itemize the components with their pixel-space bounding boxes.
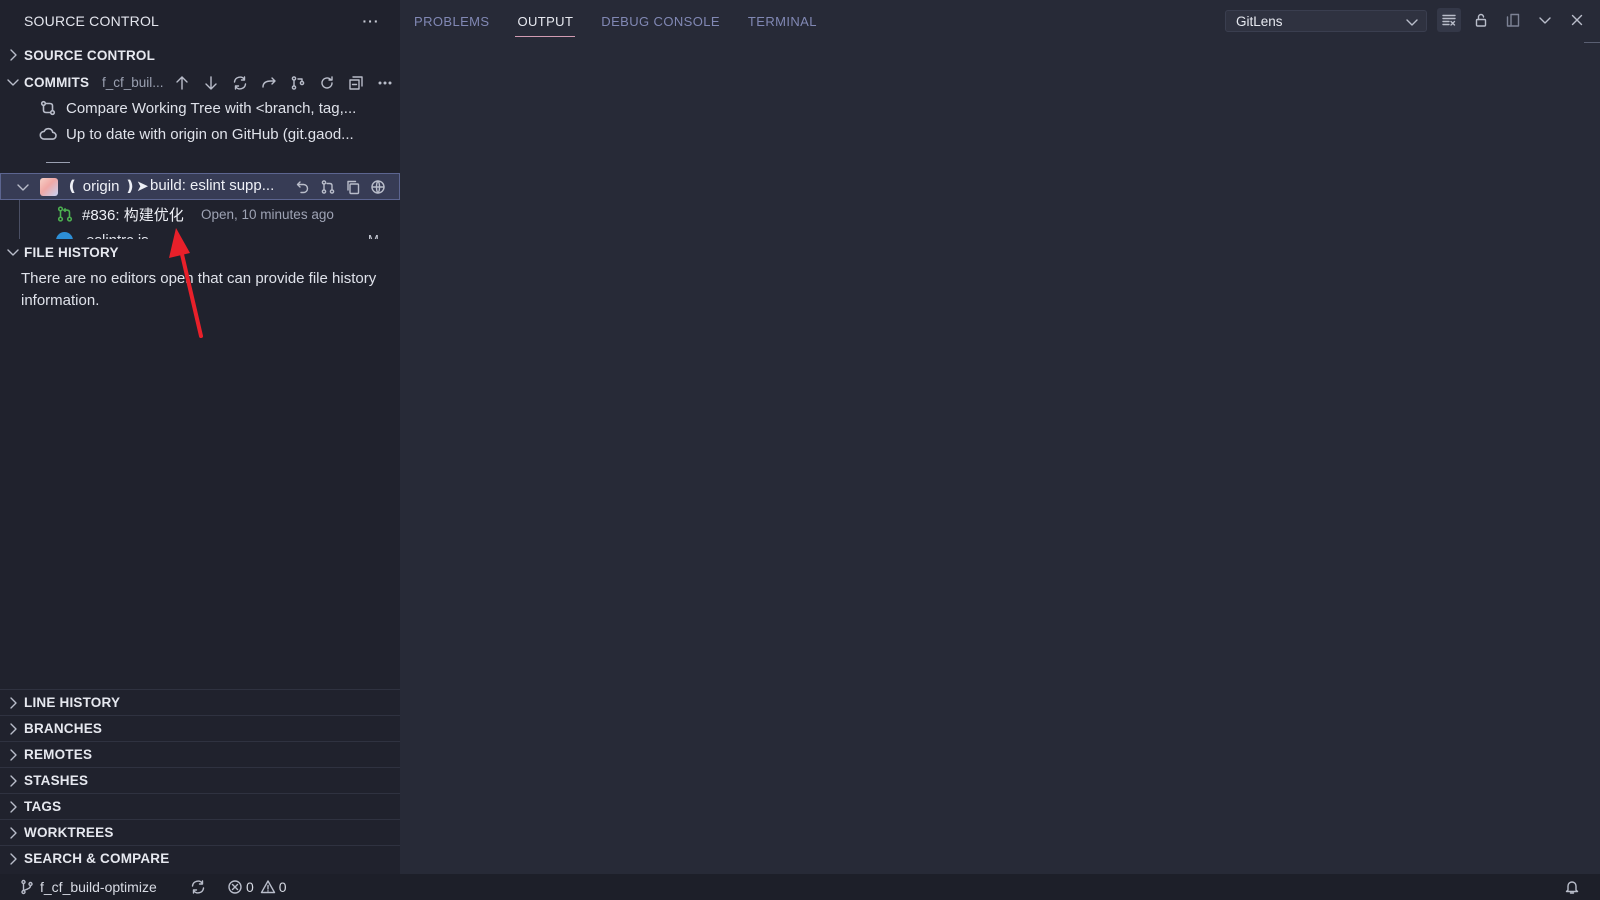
clear-output-icon[interactable]	[1437, 8, 1461, 32]
lock-icon[interactable]	[1469, 8, 1493, 32]
push-icon[interactable]	[172, 73, 191, 92]
section-search-compare[interactable]: SEARCH & COMPARE	[0, 845, 400, 871]
refresh-icon[interactable]	[317, 73, 336, 92]
warning-count: 0	[278, 879, 287, 895]
chevron-right-icon	[10, 749, 17, 761]
tab-problems[interactable]: PROBLEMS	[414, 0, 489, 42]
open-in-editor-icon[interactable]	[1501, 8, 1525, 32]
notifications-button[interactable]	[1564, 879, 1580, 895]
chevron-right-icon	[10, 853, 17, 865]
more-actions-button[interactable]: ···	[360, 10, 382, 32]
annotation-arrow	[169, 228, 203, 338]
section-label: BRANCHES	[24, 721, 103, 736]
compare-working-tree-item[interactable]: Compare Working Tree with <branch, tag,.…	[0, 95, 400, 121]
chevron-right-icon	[10, 723, 17, 735]
tree-item-label: Up to date with origin on GitHub (git.ga…	[66, 125, 354, 143]
chevron-down-icon	[7, 249, 19, 256]
chevron-right-icon	[10, 827, 17, 839]
section-worktrees[interactable]: WORKTREES	[0, 819, 400, 845]
avatar	[40, 178, 58, 196]
section-label: FILE HISTORY	[24, 244, 119, 260]
section-label: COMMITS	[24, 74, 90, 90]
divider	[46, 162, 70, 163]
compare-icon	[40, 100, 56, 116]
scrollbar[interactable]	[1584, 42, 1600, 43]
chevron-right-icon	[10, 697, 17, 709]
chevron-down-icon	[17, 184, 29, 191]
pull-icon[interactable]	[201, 73, 220, 92]
tab-output[interactable]: OUTPUT	[515, 0, 576, 42]
section-branches[interactable]: BRANCHES	[0, 715, 400, 741]
commit-row-selected[interactable]: ❪ origin ❫➤ build: eslint supp...	[0, 173, 400, 200]
collapse-all-icon[interactable]	[346, 73, 365, 92]
warning-icon	[260, 880, 275, 894]
chevron-right-icon	[10, 49, 17, 61]
section-label: SOURCE CONTROL	[24, 47, 156, 63]
commit-message: build: eslint supp...	[150, 177, 275, 194]
section-remotes[interactable]: REMOTES	[0, 741, 400, 767]
problems-indicator[interactable]: 0 0	[227, 879, 287, 895]
sync-icon	[191, 880, 205, 894]
section-label: TAGS	[24, 799, 62, 814]
section-stashes[interactable]: STASHES	[0, 767, 400, 793]
commits-branch-name: f_cf_buil...	[102, 74, 164, 90]
error-icon	[228, 880, 242, 894]
undo-icon[interactable]	[293, 177, 312, 196]
origin-badge: ❪ origin ❫➤	[66, 178, 149, 195]
pull-request-status: Open, 10 minutes ago	[201, 206, 334, 222]
more-icon[interactable]	[375, 73, 394, 92]
tab-terminal[interactable]: TERMINAL	[748, 0, 817, 42]
globe-icon[interactable]	[368, 177, 387, 196]
panel-actions	[1437, 8, 1589, 32]
error-count: 0	[246, 879, 254, 895]
output-channel-value: GitLens	[1236, 13, 1283, 29]
section-source-control[interactable]: SOURCE CONTROL	[0, 42, 400, 68]
panel-tabs: PROBLEMS OUTPUT DEBUG CONSOLE TERMINAL	[400, 0, 831, 42]
section-label: WORKTREES	[24, 825, 114, 840]
section-commits[interactable]: COMMITS f_cf_buil...	[0, 69, 400, 95]
section-label: STASHES	[24, 773, 89, 788]
tree-indent-guide	[19, 200, 20, 240]
copy-icon[interactable]	[343, 177, 362, 196]
tree-item-label: Compare Working Tree with <branch, tag,.…	[66, 99, 357, 117]
status-bar: f_cf_build-optimize 0 0	[0, 874, 1600, 900]
branch-icon	[21, 879, 33, 895]
chevron-down-icon	[7, 79, 19, 86]
bell-icon	[1565, 881, 1579, 894]
upstream-status-item[interactable]: Up to date with origin on GitHub (git.ga…	[0, 121, 400, 147]
commits-toolbar	[172, 73, 394, 92]
compare-branches-icon[interactable]	[288, 73, 307, 92]
close-icon[interactable]	[1565, 8, 1589, 32]
sync-status[interactable]	[190, 879, 206, 895]
pull-request-icon	[57, 206, 73, 222]
section-label: REMOTES	[24, 747, 93, 762]
branch-name: f_cf_build-optimize	[40, 879, 157, 895]
maximize-panel-icon[interactable]	[1533, 8, 1557, 32]
tab-debug-console[interactable]: DEBUG CONSOLE	[601, 0, 720, 42]
chevron-down-icon	[1406, 19, 1418, 26]
sidebar: SOURCE CONTROL ··· SOURCE CONTROL COMMIT…	[0, 0, 400, 874]
sidebar-header: SOURCE CONTROL ···	[0, 0, 400, 42]
commit-row-actions	[293, 177, 387, 196]
sync-icon[interactable]	[230, 73, 249, 92]
section-tags[interactable]: TAGS	[0, 793, 400, 819]
open-changes-icon[interactable]	[318, 177, 337, 196]
branch-indicator[interactable]: f_cf_build-optimize	[19, 879, 157, 895]
chevron-right-icon	[10, 775, 17, 787]
switch-branch-icon[interactable]	[259, 73, 278, 92]
sidebar-title: SOURCE CONTROL	[24, 13, 160, 29]
cloud-icon	[39, 127, 57, 140]
section-line-history[interactable]: LINE HISTORY	[0, 689, 400, 715]
section-label: SEARCH & COMPARE	[24, 851, 170, 866]
section-label: LINE HISTORY	[24, 695, 121, 710]
chevron-right-icon	[10, 801, 17, 813]
output-channel-select[interactable]: GitLens	[1225, 10, 1427, 32]
